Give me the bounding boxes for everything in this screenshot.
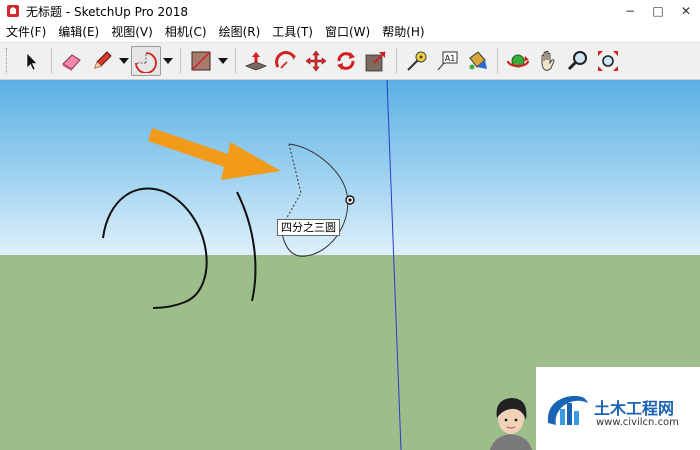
- arc-tooltip: 四分之三圆: [277, 219, 340, 236]
- arc-tool-button[interactable]: [131, 46, 161, 76]
- toolbar-separator: [396, 48, 397, 74]
- rectangle-tool-button[interactable]: [186, 46, 216, 76]
- window-controls: − □ ✕: [616, 0, 700, 22]
- menu-edit[interactable]: 编辑(E): [52, 22, 105, 42]
- blue-axis: [386, 80, 402, 450]
- watermark-url: www.civilcn.com: [596, 417, 679, 428]
- scale-icon: [365, 51, 386, 72]
- zoom-extents-tool-button[interactable]: [593, 46, 623, 76]
- menu-view[interactable]: 视图(V): [105, 22, 159, 42]
- tape-measure-tool-button[interactable]: [402, 46, 432, 76]
- pencil-icon: [94, 51, 112, 69]
- text-icon: A1: [437, 51, 458, 71]
- window-title: 无标题 - SketchUp Pro 2018: [26, 4, 188, 19]
- select-icon: [26, 52, 38, 71]
- menu-file[interactable]: 文件(F): [0, 22, 52, 42]
- pan-tool-button[interactable]: [533, 46, 563, 76]
- tape-measure-icon: [407, 51, 427, 71]
- chevron-down-icon: [119, 58, 129, 64]
- minimize-button[interactable]: −: [616, 0, 644, 22]
- arc-dropdown[interactable]: [161, 46, 175, 76]
- push-pull-tool-button[interactable]: [241, 46, 271, 76]
- chevron-down-icon: [163, 58, 173, 64]
- arc-radius-guide: [280, 143, 302, 229]
- menu-window[interactable]: 窗口(W): [319, 22, 376, 42]
- orbit-tool-button[interactable]: [503, 46, 533, 76]
- site-watermark: 土木工程网 www.civilcn.com: [536, 367, 700, 450]
- text-tool-button[interactable]: A1: [432, 46, 462, 76]
- paint-bucket-icon: [469, 51, 487, 70]
- drawing-viewport[interactable]: 四分之三圆 土木工程网 www.civilcn.com: [0, 80, 700, 450]
- paint-bucket-tool-button[interactable]: [462, 46, 492, 76]
- toolbar-separator: [497, 48, 498, 74]
- move-tool-button[interactable]: [301, 46, 331, 76]
- rotate-icon: [337, 52, 355, 70]
- follow-me-tool-button[interactable]: [271, 46, 301, 76]
- civilcn-logo-icon: [547, 395, 588, 425]
- eraser-icon: [62, 54, 81, 71]
- menu-bar: 文件(F) 编辑(E) 视图(V) 相机(C) 绘图(R) 工具(T) 窗口(W…: [0, 22, 700, 42]
- zoom-extents-icon: [598, 51, 618, 71]
- arc-icon: [135, 52, 157, 73]
- watermark-brand: 土木工程网: [594, 399, 675, 418]
- toolbar-grip[interactable]: [6, 48, 10, 74]
- pencil-dropdown[interactable]: [117, 46, 131, 76]
- maximize-button[interactable]: □: [644, 0, 672, 22]
- push-pull-icon: [244, 52, 268, 71]
- menu-camera[interactable]: 相机(C): [159, 22, 213, 42]
- chevron-down-icon: [218, 58, 228, 64]
- title-bar: 无标题 - SketchUp Pro 2018 − □ ✕: [0, 0, 700, 22]
- orbit-icon: [506, 54, 530, 68]
- drawn-arc-left: [102, 187, 208, 309]
- menu-draw[interactable]: 绘图(R): [213, 22, 267, 42]
- three-quarter-circle-preview: [280, 143, 349, 257]
- close-button[interactable]: ✕: [672, 0, 700, 22]
- follow-me-icon: [275, 51, 296, 69]
- toolbar-separator: [180, 48, 181, 74]
- select-tool-button[interactable]: [16, 46, 46, 76]
- zoom-tool-button[interactable]: [563, 46, 593, 76]
- move-icon: [305, 50, 327, 72]
- sketchup-logo-icon: [7, 5, 19, 17]
- rotate-tool-button[interactable]: [331, 46, 361, 76]
- main-toolbar: A1: [0, 42, 700, 80]
- pan-icon: [541, 50, 555, 71]
- menu-tools[interactable]: 工具(T): [266, 22, 319, 42]
- menu-help[interactable]: 帮助(H): [376, 22, 430, 42]
- rectangle-icon: [191, 51, 211, 71]
- pencil-tool-button[interactable]: [87, 46, 117, 76]
- zoom-icon: [567, 51, 587, 71]
- toolbar-separator: [235, 48, 236, 74]
- eraser-tool-button[interactable]: [57, 46, 87, 76]
- user-avatar: [490, 398, 532, 450]
- drawn-arc-middle: [236, 191, 257, 302]
- rectangle-dropdown[interactable]: [216, 46, 230, 76]
- text-tool-label: A1: [445, 54, 456, 63]
- annotation-arrow: [148, 128, 281, 180]
- toolbar-separator: [51, 48, 52, 74]
- scale-tool-button[interactable]: [361, 46, 391, 76]
